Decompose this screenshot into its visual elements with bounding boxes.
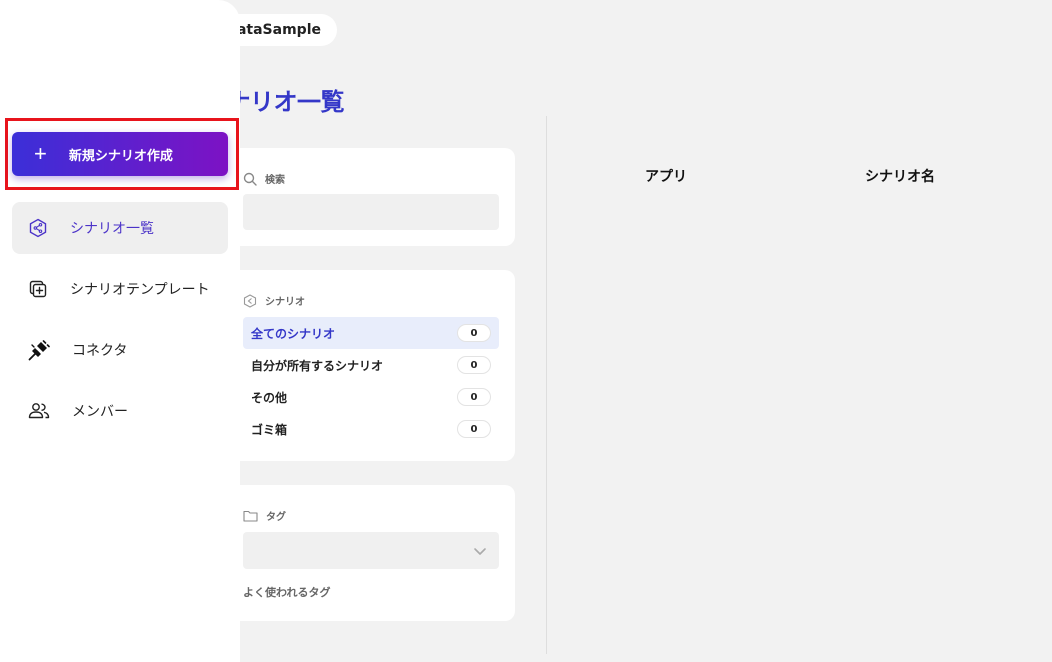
filter-item-label: ゴミ箱 <box>251 422 288 437</box>
sidebar-item-scenario-list[interactable]: シナリオ一覧 <box>12 202 228 254</box>
count-badge: 0 <box>457 324 491 342</box>
scenario-filter-card: シナリオ 全てのシナリオ 0 自分が所有するシナリオ 0 その他 0 ゴミ箱 0 <box>200 270 515 461</box>
filter-item-owned[interactable]: 自分が所有するシナリオ 0 <box>243 349 499 381</box>
search-label-text: 検索 <box>265 175 285 186</box>
scenario-icon <box>29 218 47 238</box>
sidebar-item-connector[interactable]: コネクタ <box>12 324 228 376</box>
plug-icon <box>28 340 50 361</box>
search-input[interactable] <box>243 194 499 230</box>
sidebar-item-label: メンバー <box>72 404 128 420</box>
chevron-down-icon <box>474 548 486 555</box>
tag-filter-label-text: タグ <box>266 512 286 523</box>
members-icon <box>28 403 50 419</box>
column-header-scenario-name[interactable]: シナリオ名 <box>865 166 935 186</box>
filter-item-label: 自分が所有するシナリオ <box>251 358 384 373</box>
search-card: 検索 <box>200 148 515 246</box>
filter-item-label: 全てのシナリオ <box>251 326 336 341</box>
count-badge: 0 <box>457 356 491 374</box>
scenario-filter-label-text: シナリオ <box>265 297 305 308</box>
count-badge: 0 <box>457 388 491 406</box>
plus-icon: + <box>34 141 47 166</box>
filter-item-label: その他 <box>251 390 288 405</box>
scenario-filter-label: シナリオ <box>243 293 305 308</box>
scenario-icon <box>243 293 257 308</box>
tag-select[interactable] <box>243 532 499 569</box>
sidebar: + 新規シナリオ作成 シナリオ一覧 シナリオテンプレート コネクタ メンバー <box>0 0 240 662</box>
panel-divider <box>546 116 547 654</box>
folder-icon <box>243 510 258 522</box>
sidebar-item-label: コネクタ <box>72 343 128 359</box>
count-badge: 0 <box>457 420 491 438</box>
template-icon <box>29 280 47 298</box>
tag-filter-card: タグ よく使われるタグ <box>200 485 515 621</box>
filter-item-all[interactable]: 全てのシナリオ 0 <box>243 317 499 349</box>
sidebar-item-label: シナリオテンプレート <box>70 282 210 298</box>
scenario-filter-list: 全てのシナリオ 0 自分が所有するシナリオ 0 その他 0 ゴミ箱 0 <box>243 317 499 445</box>
sidebar-item-scenario-template[interactable]: シナリオテンプレート <box>12 263 228 315</box>
filter-item-other[interactable]: その他 0 <box>243 381 499 413</box>
new-scenario-button-label: 新規シナリオ作成 <box>68 147 173 163</box>
search-label: 検索 <box>243 171 285 186</box>
frequent-tags-label: よく使われるタグ <box>243 586 331 599</box>
column-header-app[interactable]: アプリ <box>645 166 687 186</box>
search-icon <box>243 172 257 186</box>
filter-item-trash[interactable]: ゴミ箱 0 <box>243 413 499 445</box>
sidebar-item-members[interactable]: メンバー <box>12 385 228 437</box>
new-scenario-button[interactable]: + 新規シナリオ作成 <box>12 132 228 176</box>
tag-filter-label: タグ <box>243 508 286 523</box>
sidebar-item-label: シナリオ一覧 <box>70 221 154 237</box>
sidebar-nav: シナリオ一覧 シナリオテンプレート コネクタ メンバー <box>12 202 228 446</box>
